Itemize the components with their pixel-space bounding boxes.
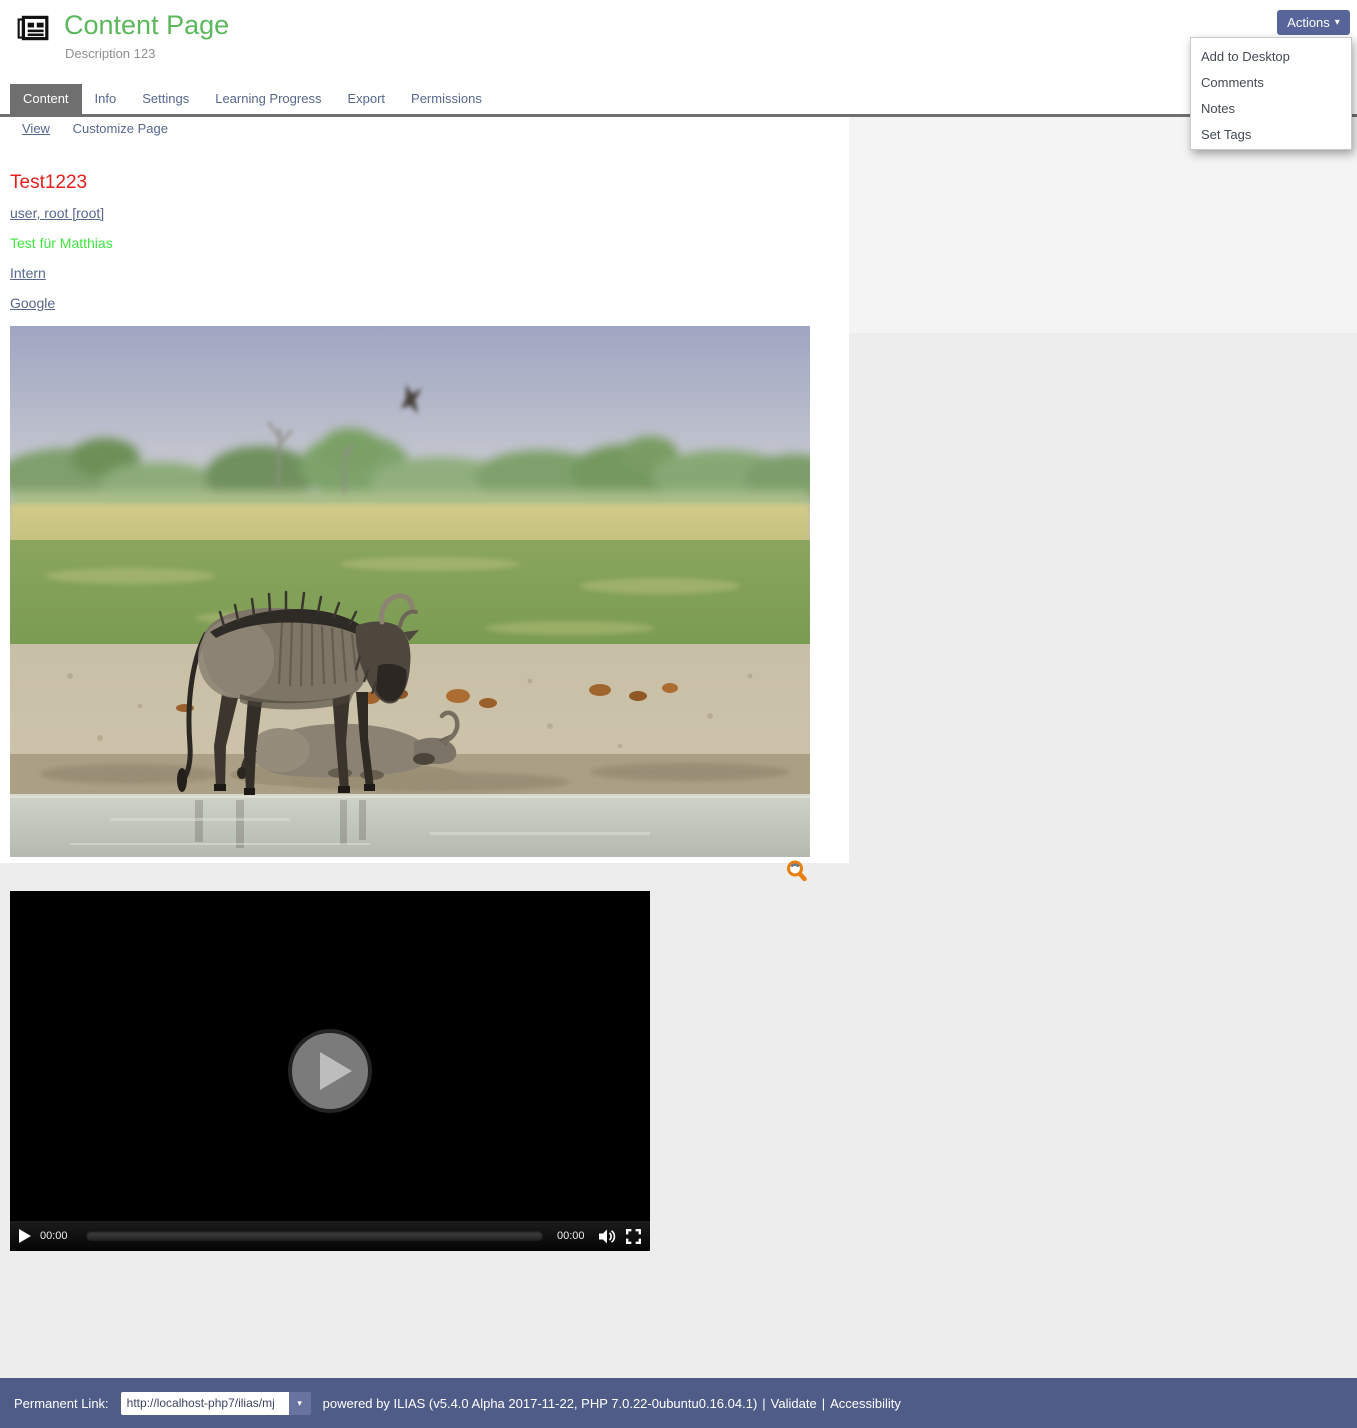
- big-play-button[interactable]: [288, 1029, 372, 1113]
- fullscreen-icon[interactable]: [626, 1229, 641, 1244]
- permalink-input[interactable]: [121, 1392, 289, 1415]
- author-link[interactable]: user, root [root]: [10, 205, 104, 221]
- permalink-label: Permanent Link:: [14, 1396, 109, 1411]
- menu-item-set-tags[interactable]: Set Tags: [1191, 122, 1351, 148]
- tab-bar: Content Info Settings Learning Progress …: [10, 84, 495, 114]
- video-player[interactable]: 00:00 00:00: [10, 891, 650, 1251]
- savanna-wildebeest-photo: [10, 326, 810, 857]
- tab-learning-progress[interactable]: Learning Progress: [202, 84, 334, 114]
- powered-by-text: powered by ILIAS (v5.4.0 Alpha 2017-11-2…: [323, 1396, 758, 1411]
- magnifier-icon[interactable]: [785, 859, 809, 883]
- footer-separator: |: [822, 1396, 825, 1411]
- ilias-content-page: Content Page Description 123 Actions ▾ C…: [0, 0, 1357, 1428]
- menu-item-notes[interactable]: Notes: [1191, 96, 1351, 122]
- menu-item-add-to-desktop[interactable]: Add to Desktop: [1191, 44, 1351, 70]
- seek-bar[interactable]: [86, 1231, 543, 1241]
- accessibility-link[interactable]: Accessibility: [830, 1396, 901, 1411]
- tab-bar-divider: [0, 114, 1357, 117]
- tab-content[interactable]: Content: [10, 84, 82, 114]
- validate-link[interactable]: Validate: [771, 1396, 817, 1411]
- note-text: Test für Matthias: [10, 234, 810, 252]
- menu-item-comments[interactable]: Comments: [1191, 70, 1351, 96]
- footer-separator: |: [762, 1396, 765, 1411]
- actions-button[interactable]: Actions ▾: [1277, 10, 1350, 35]
- tab-info[interactable]: Info: [82, 84, 130, 114]
- caret-down-icon: ▾: [1335, 18, 1340, 28]
- right-column-background-lower: [849, 333, 1357, 1378]
- video-controls: 00:00 00:00: [10, 1221, 650, 1251]
- content-heading: Test1223: [10, 172, 810, 194]
- subtab-customize-page[interactable]: Customize Page: [73, 121, 168, 136]
- actions-dropdown-menu: Add to Desktop Comments Notes Set Tags: [1190, 37, 1352, 150]
- page-title: Content Page: [64, 10, 229, 41]
- play-icon[interactable]: [19, 1229, 31, 1243]
- tab-settings[interactable]: Settings: [129, 84, 202, 114]
- content-page-icon: [16, 11, 50, 45]
- page-content: Test1223 user, root [root] Test für Matt…: [10, 172, 810, 324]
- duration-time: 00:00: [557, 1230, 589, 1242]
- page-description: Description 123: [65, 46, 155, 61]
- tab-permissions[interactable]: Permissions: [398, 84, 495, 114]
- tab-export[interactable]: Export: [334, 84, 398, 114]
- caret-down-icon: ▾: [297, 1398, 302, 1409]
- actions-button-label: Actions: [1287, 15, 1330, 30]
- subtab-view[interactable]: View: [22, 121, 50, 136]
- volume-icon[interactable]: [599, 1229, 616, 1244]
- current-time: 00:00: [40, 1230, 72, 1242]
- google-link[interactable]: Google: [10, 295, 55, 311]
- subtab-bar: View Customize Page: [22, 121, 187, 136]
- permalink-select-button[interactable]: ▾: [289, 1392, 311, 1415]
- footer-bar: Permanent Link: ▾ powered by ILIAS (v5.4…: [0, 1378, 1357, 1428]
- intern-link[interactable]: Intern: [10, 265, 46, 281]
